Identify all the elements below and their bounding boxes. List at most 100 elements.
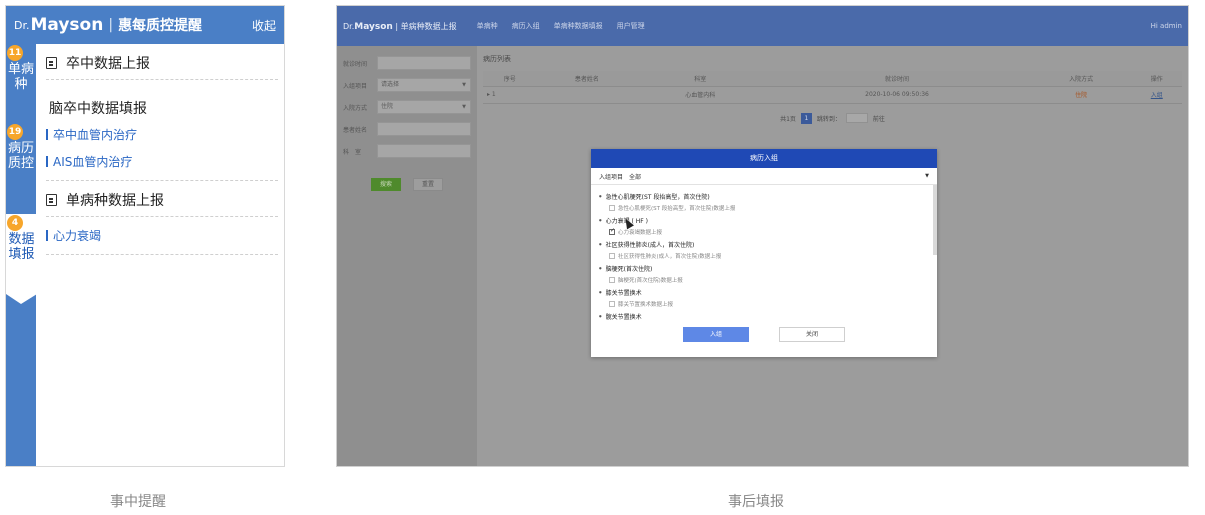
filter-label: 入组项目: [343, 82, 368, 90]
project-list: 急性心肌梗死(ST 段抬高型，首次住院) 急性心肌梗死(ST 段抬高型，首次住院…: [591, 185, 937, 323]
brand: Dr.Mayson | 单病种数据上报: [343, 21, 457, 32]
group-knee-replacement: 膝关节置换术: [599, 288, 929, 297]
chevron-down-icon: ▼: [462, 82, 466, 88]
jump-label: 跳转到：: [816, 115, 841, 123]
page-number[interactable]: 1: [800, 112, 812, 124]
stroke-section-heading: 卒中数据上报: [46, 47, 278, 79]
checkbox[interactable]: [609, 277, 615, 283]
nav-record-enroll[interactable]: 病历入组: [512, 21, 540, 31]
dropdown-label: 入组项目: [599, 173, 624, 181]
col-index: 序号: [483, 71, 537, 87]
cell-index[interactable]: ▸ 1: [483, 86, 537, 104]
table-row[interactable]: ▸ 1 心血管内科 2020-10-06 09:50:36 住院 入组: [483, 86, 1182, 104]
chevron-down-icon: ▼: [462, 104, 466, 110]
chevron-down-icon: ▼: [925, 173, 929, 179]
option-label: 急性心肌梗死(ST 段抬高型，首次住院)数据上报: [618, 206, 736, 212]
enroll-dialog: 病历入组 入组项目 全部 ▼ 急性心肌梗死(ST 段抬高型，首次住院) 急性心肌…: [591, 149, 937, 357]
option-label: 心力衰竭数据上报: [618, 230, 663, 236]
project-select[interactable]: 请选择 ▼: [377, 78, 471, 92]
link-heart-failure-label: 心力衰竭: [53, 229, 102, 243]
brand-dr: Dr.: [343, 21, 355, 31]
link-stroke-endovascular[interactable]: 卒中血管内治疗: [46, 126, 278, 143]
logo-mayson: Mayson: [30, 15, 104, 35]
record-qc-count-badge: 19: [7, 124, 23, 140]
link-marker: [46, 230, 48, 241]
nav-user-management[interactable]: 用户管理: [617, 21, 645, 31]
link-heart-failure[interactable]: 心力衰竭: [46, 227, 278, 244]
filter-label: 就诊时间: [343, 60, 368, 68]
close-button[interactable]: 关闭: [779, 327, 845, 342]
group-stemi: 急性心肌梗死(ST 段抬高型，首次住院): [599, 192, 929, 201]
checkbox[interactable]: [609, 205, 615, 211]
cell-visit-time: 2020-10-06 09:50:36: [763, 86, 1031, 104]
option-knee-replacement[interactable]: 膝关节置换术数据上报: [609, 300, 929, 308]
panel-header: Dr. Mayson | 惠每质控提醒 收起: [6, 6, 284, 44]
single-disease-section-heading: 单病种数据上报: [46, 184, 278, 216]
admission-select[interactable]: 住院 ▼: [377, 100, 471, 114]
tab-record-qc[interactable]: 19 病历质控: [6, 123, 36, 215]
link-ais-endovascular[interactable]: AIS血管内治疗: [46, 153, 278, 170]
col-patient-name: 患者姓名: [536, 71, 638, 87]
checkbox-checked[interactable]: [609, 227, 615, 235]
page: Dr. Mayson | 惠每质控提醒 收起 11 单病种 19 病历质控 4 …: [0, 0, 1205, 515]
option-heart-failure[interactable]: 心力衰竭数据上报: [609, 227, 929, 236]
search-button[interactable]: 搜索: [371, 178, 401, 191]
panel-body: 卒中数据上报 脑卒中数据填报 卒中血管内治疗 AIS血管内治疗 单病种数据上报 …: [36, 44, 284, 466]
brand-mayson: Mayson: [354, 21, 393, 32]
caption-right: 事后填报: [728, 494, 784, 510]
single-disease-section-title: 单病种数据上报: [66, 193, 164, 209]
col-action: 操作: [1131, 71, 1182, 87]
stroke-section-title: 卒中数据上报: [66, 56, 150, 72]
logo-dr: Dr.: [14, 18, 30, 32]
reset-button[interactable]: 重置: [413, 178, 443, 191]
option-stemi[interactable]: 急性心肌梗死(ST 段抬高型，首次住院)数据上报: [609, 204, 929, 212]
dropdown-value: 全部: [629, 173, 642, 181]
enroll-confirm-button[interactable]: 入组: [683, 327, 749, 342]
filter-sidebar: 就诊时间 入组项目 请选择 ▼ 入院方式 住院 ▼ 患者姓名 科 室 搜索 重置: [337, 46, 477, 466]
filter-patient-name: 患者姓名: [343, 122, 471, 136]
single-disease-count-badge: 11: [7, 45, 23, 61]
page-total: 共1页: [780, 115, 796, 123]
link-ais-endovascular-label: AIS血管内治疗: [53, 155, 133, 169]
collapse-button[interactable]: 收起: [252, 17, 276, 34]
user-menu[interactable]: Hi admin: [1151, 22, 1182, 30]
filter-label: 患者姓名: [343, 126, 368, 134]
group-cerebral-infarction: 脑梗死(首次住院): [599, 264, 929, 273]
divider: [46, 180, 278, 181]
caption-left: 事中提醒: [110, 494, 166, 510]
dialog-footer: 入组 关闭: [591, 327, 937, 342]
col-admission-mode: 入院方式: [1030, 71, 1132, 87]
group-hip-replacement: 髋关节置换术: [599, 312, 929, 321]
option-cap[interactable]: 社区获得性肺炎(成人，首次住院)数据上报: [609, 252, 929, 260]
visit-time-input[interactable]: [377, 56, 471, 70]
filter-project: 入组项目 请选择 ▼: [343, 78, 471, 92]
go-button[interactable]: 前往: [873, 114, 885, 123]
enroll-link[interactable]: 入组: [1131, 86, 1182, 104]
project-dropdown[interactable]: 入组项目 全部 ▼: [591, 168, 937, 185]
patient-name-input[interactable]: [377, 122, 471, 136]
group-heart-failure: 心力衰竭 ( HF ): [599, 216, 929, 225]
option-cerebral-infarction[interactable]: 脑梗死(首次住院)数据上报: [609, 276, 929, 284]
tab-data-report[interactable]: 4 数据填报: [6, 214, 37, 304]
department-input[interactable]: [377, 144, 471, 158]
divider: [46, 79, 278, 80]
col-department: 科室: [637, 71, 764, 87]
jump-page-input[interactable]: [845, 113, 868, 123]
divider: [46, 216, 278, 217]
checkbox[interactable]: [609, 253, 615, 259]
document-icon: [46, 57, 57, 69]
filter-buttons: 搜索 重置: [343, 178, 471, 191]
scrollbar[interactable]: [933, 185, 937, 255]
realtime-reminder-panel: Dr. Mayson | 惠每质控提醒 收起 11 单病种 19 病历质控 4 …: [5, 5, 285, 467]
stroke-sub-heading: 脑卒中数据填报: [49, 101, 147, 117]
tab-single-disease[interactable]: 11 单病种: [6, 44, 36, 116]
admission-select-value: 住院: [381, 103, 394, 110]
filter-visit-time: 就诊时间: [343, 56, 471, 70]
checkbox[interactable]: [609, 301, 615, 307]
project-select-value: 请选择: [381, 81, 400, 88]
nav-data-report[interactable]: 单病种数据填报: [554, 21, 603, 31]
brand-title: | 单病种数据上报: [395, 21, 457, 31]
group-cap: 社区获得性肺炎(成人，首次住院): [599, 240, 929, 249]
record-table: 序号 患者姓名 科室 就诊时间 入院方式 操作 ▸ 1 心血管内科 2020-1…: [483, 71, 1182, 104]
nav-single-disease[interactable]: 单病种: [477, 21, 498, 31]
